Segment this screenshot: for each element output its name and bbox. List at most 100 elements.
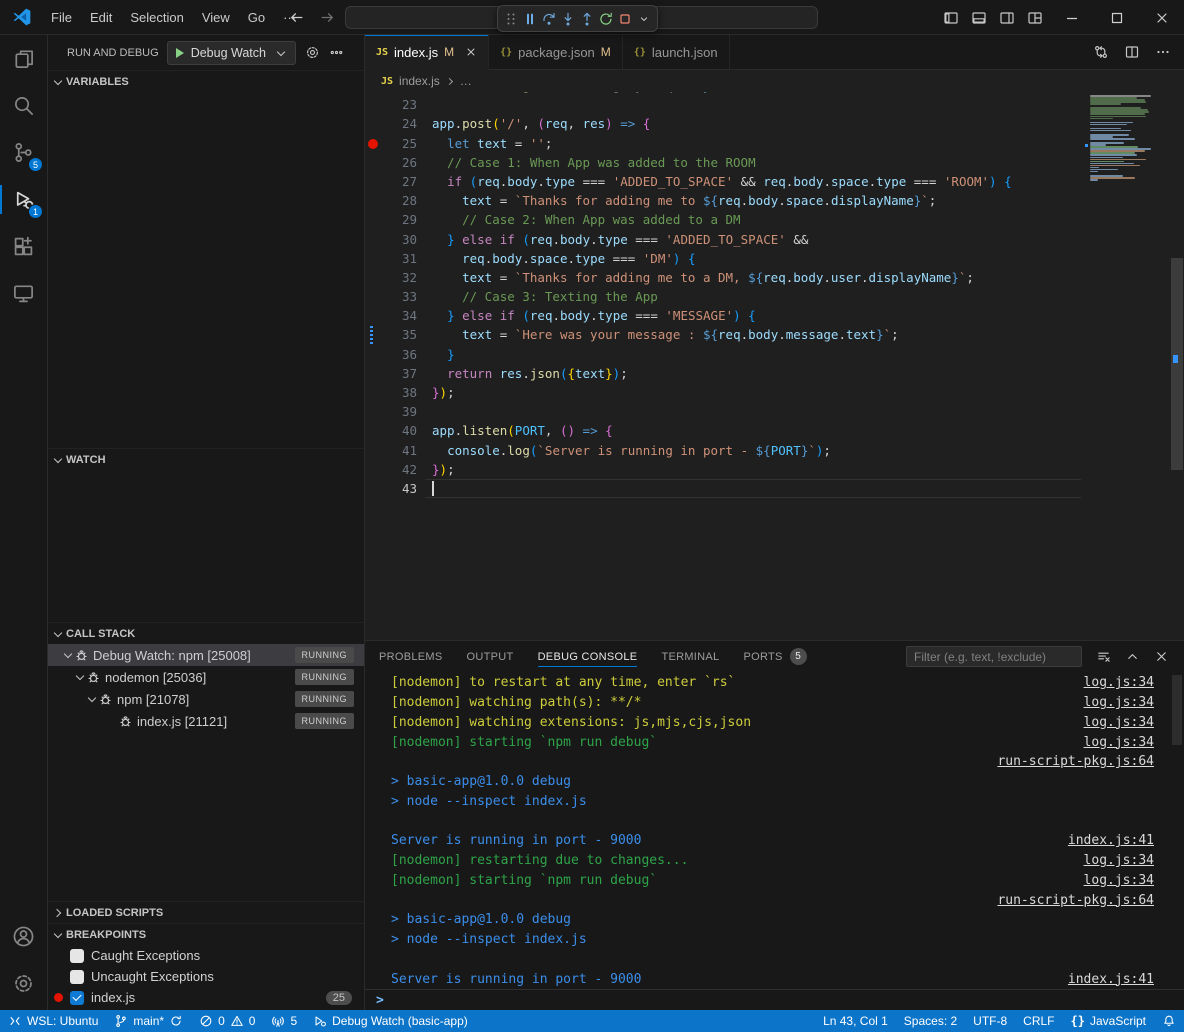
- activity-explorer[interactable]: [0, 35, 47, 82]
- activity-source-control[interactable]: 5: [0, 129, 47, 176]
- breadcrumb-file[interactable]: index.js: [399, 74, 440, 88]
- status-notifications[interactable]: [1154, 1010, 1184, 1032]
- breadcrumb[interactable]: JS index.js …: [365, 70, 1184, 92]
- status-remote-indicator[interactable]: WSL: Ubuntu: [0, 1010, 106, 1032]
- close-panel-icon[interactable]: [1154, 649, 1169, 664]
- code-line-36[interactable]: 36 }: [365, 345, 1085, 364]
- glyph-margin[interactable]: [365, 95, 383, 114]
- maximize-panel-icon[interactable]: [1125, 649, 1140, 664]
- more-actions-icon[interactable]: [1155, 44, 1171, 60]
- call-stack-session-debug-watch-npm-25008[interactable]: Debug Watch: npm [25008]RUNNING: [48, 644, 364, 666]
- code-line-38[interactable]: 38});: [365, 383, 1085, 402]
- chevron-down-icon[interactable]: [62, 649, 74, 661]
- code-editor[interactable]: 22 console.log(JSON.stringify(req.body))…: [365, 92, 1184, 640]
- start-debug-icon[interactable]: [176, 48, 184, 58]
- console-filter-input[interactable]: [906, 646, 1082, 667]
- breakpoints-section-header[interactable]: BREAKPOINTS: [48, 923, 364, 945]
- glyph-margin[interactable]: [365, 134, 383, 153]
- status-problems[interactable]: 00: [191, 1010, 263, 1032]
- console-source-link[interactable]: index.js:41: [1068, 972, 1154, 987]
- console-source-link[interactable]: log.js:34: [1084, 735, 1154, 750]
- glyph-margin[interactable]: [365, 325, 383, 344]
- glyph-margin[interactable]: [365, 460, 383, 479]
- status-indentation[interactable]: Spaces: 2: [896, 1010, 965, 1032]
- code-line-39[interactable]: 39: [365, 402, 1085, 421]
- glyph-margin[interactable]: [365, 230, 383, 249]
- code-line-30[interactable]: 30 } else if (req.body.type === 'ADDED_T…: [365, 230, 1085, 249]
- pause-button[interactable]: [521, 8, 539, 29]
- breadcrumb-symbol[interactable]: …: [460, 74, 472, 88]
- glyph-margin[interactable]: [365, 191, 383, 210]
- code-line-42[interactable]: 42});: [365, 460, 1085, 479]
- debug-console-output[interactable]: [nodemon] to restart at any time, enter …: [365, 673, 1184, 989]
- status-encoding[interactable]: UTF-8: [965, 1010, 1015, 1032]
- glyph-margin[interactable]: [365, 441, 383, 460]
- panel-tab-problems[interactable]: PROBLEMS: [379, 641, 443, 672]
- maximize-button[interactable]: [1094, 0, 1139, 35]
- activity-run-and-debug[interactable]: 1: [0, 176, 47, 223]
- menu-edit[interactable]: Edit: [81, 7, 121, 28]
- glyph-margin[interactable]: [365, 172, 383, 191]
- code-line-40[interactable]: 40app.listen(PORT, () => {: [365, 421, 1085, 440]
- panel-tab-output[interactable]: OUTPUT: [467, 641, 514, 672]
- launch-config-dropdown[interactable]: Debug Watch: [167, 41, 296, 65]
- glyph-margin[interactable]: [365, 153, 383, 172]
- debug-settings-gear-icon[interactable]: [305, 45, 320, 60]
- sidebar-more-actions-icon[interactable]: [329, 45, 344, 60]
- breakpoint-checkbox[interactable]: [70, 949, 84, 963]
- breakpoint-checkbox[interactable]: [70, 991, 84, 1005]
- status-git-branch[interactable]: main*: [106, 1010, 191, 1032]
- console-source-link[interactable]: log.js:34: [1084, 675, 1154, 690]
- code-line-25[interactable]: 25 let text = '';: [365, 134, 1085, 153]
- go-forward-icon[interactable]: [319, 9, 336, 26]
- status-debug-session[interactable]: Debug Watch (basic-app): [305, 1010, 476, 1032]
- scrollbar-thumb[interactable]: [1171, 258, 1183, 470]
- tab-launch-json[interactable]: {}launch.json: [623, 35, 730, 69]
- console-source-link[interactable]: log.js:34: [1084, 853, 1154, 868]
- glyph-margin[interactable]: [365, 402, 383, 421]
- panel-tab-ports[interactable]: PORTS5: [743, 641, 806, 672]
- code-line-41[interactable]: 41 console.log(`Server is running in por…: [365, 441, 1085, 460]
- chevron-down-icon[interactable]: [86, 693, 98, 705]
- loaded-scripts-section-header[interactable]: LOADED SCRIPTS: [48, 901, 364, 923]
- code-line-34[interactable]: 34 } else if (req.body.type === 'MESSAGE…: [365, 306, 1085, 325]
- minimap[interactable]: [1085, 92, 1170, 640]
- glyph-margin[interactable]: [365, 345, 383, 364]
- call-stack-section-header[interactable]: CALL STACK: [48, 622, 364, 644]
- code-line-31[interactable]: 31 req.body.space.type === 'DM') {: [365, 249, 1085, 268]
- glyph-margin[interactable]: [365, 114, 383, 133]
- code-line-43[interactable]: 43: [365, 479, 1085, 498]
- status-eol[interactable]: CRLF: [1015, 1010, 1062, 1032]
- split-editor-icon[interactable]: [1124, 44, 1140, 60]
- chevron-down-icon[interactable]: [74, 671, 86, 683]
- console-source-link[interactable]: log.js:34: [1084, 873, 1154, 888]
- variables-section-header[interactable]: VARIABLES: [48, 70, 364, 92]
- code-line-24[interactable]: 24app.post('/', (req, res) => {: [365, 114, 1085, 133]
- watch-section-header[interactable]: WATCH: [48, 448, 364, 470]
- stop-menu-button[interactable]: [635, 8, 653, 29]
- menu-view[interactable]: View: [193, 7, 239, 28]
- activity-search[interactable]: [0, 82, 47, 129]
- step-out-button[interactable]: [578, 8, 596, 29]
- code-line-33[interactable]: 33 // Case 3: Texting the App: [365, 287, 1085, 306]
- call-stack-session-index-js-21121[interactable]: index.js [21121]RUNNING: [48, 710, 364, 732]
- minimize-button[interactable]: [1049, 0, 1094, 35]
- console-source-link[interactable]: run-script-pkg.js:64: [997, 893, 1154, 908]
- breakpoint-row-index-js[interactable]: index.js25: [48, 987, 364, 1008]
- clear-console-icon[interactable]: [1096, 649, 1111, 664]
- stop-button[interactable]: [616, 8, 634, 29]
- restart-button[interactable]: [597, 8, 615, 29]
- glyph-margin[interactable]: [365, 421, 383, 440]
- tab-package-json[interactable]: {}package.jsonM: [489, 35, 623, 69]
- activity-extensions[interactable]: [0, 223, 47, 270]
- tab-index-js[interactable]: JSindex.jsM: [365, 35, 489, 70]
- code-line-27[interactable]: 27 if (req.body.type === 'ADDED_TO_SPACE…: [365, 172, 1085, 191]
- activity-settings[interactable]: [0, 960, 47, 1007]
- glyph-margin[interactable]: [365, 268, 383, 287]
- glyph-margin[interactable]: [365, 479, 383, 498]
- status-language-mode[interactable]: {}JavaScript: [1063, 1010, 1154, 1032]
- glyph-margin[interactable]: [365, 306, 383, 325]
- menu-go[interactable]: Go: [239, 7, 274, 28]
- debug-console-input[interactable]: >: [365, 989, 1184, 1010]
- status-ports-forwarded[interactable]: 5: [263, 1010, 305, 1032]
